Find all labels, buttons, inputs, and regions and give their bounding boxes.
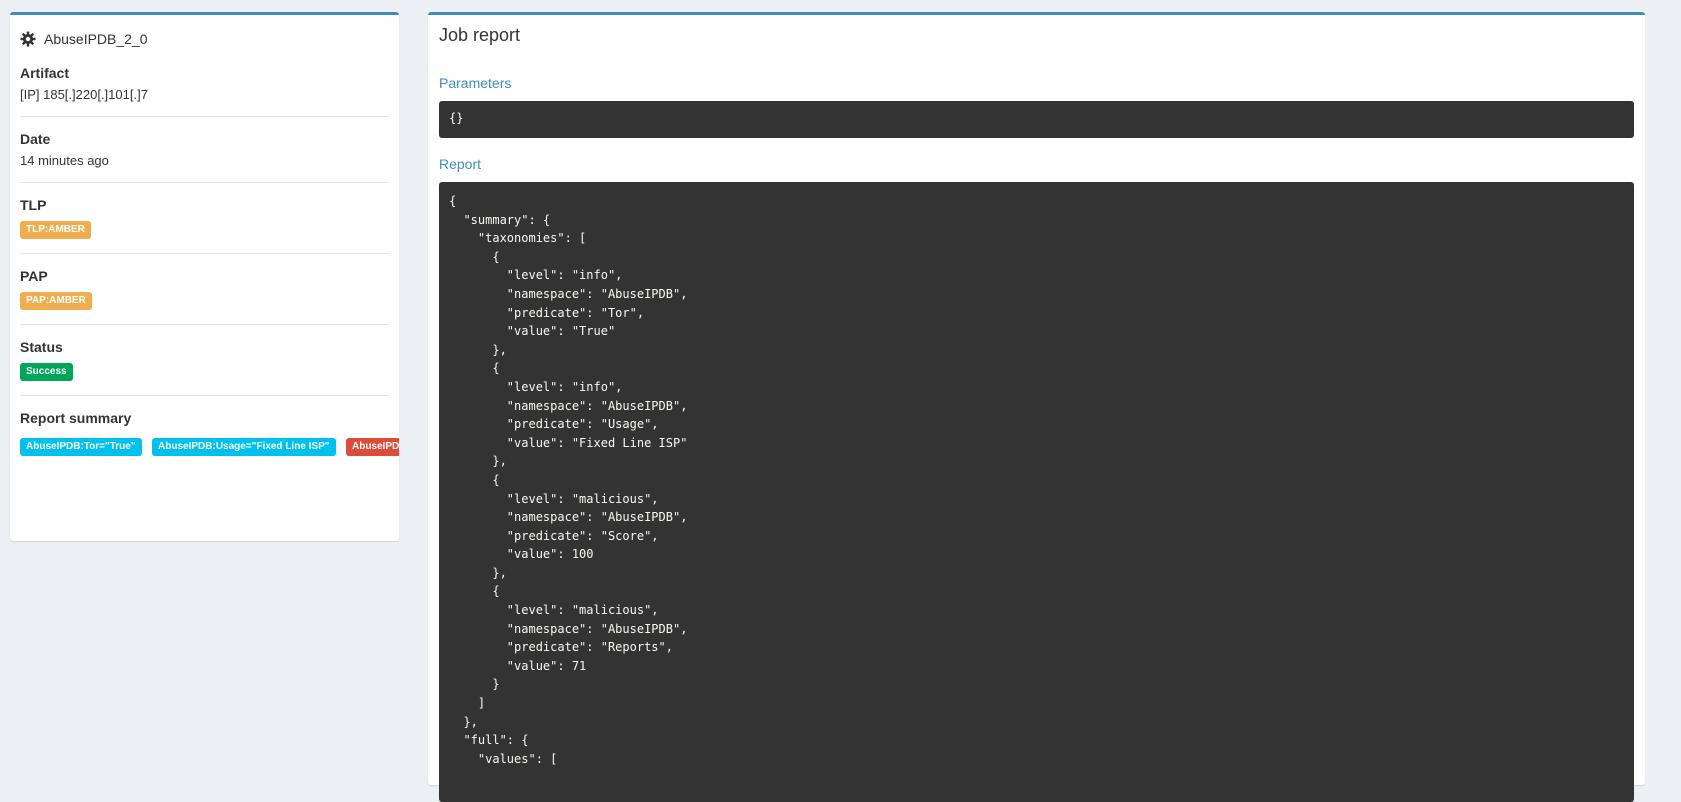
job-report-panel: Job report Parameters {} Report { "summa… — [428, 12, 1645, 802]
report-summary-label: Report summary — [20, 410, 132, 426]
artifact-section: Artifact [IP] 185[.]220[.]101[.]7 — [20, 51, 389, 117]
parameters-heading: Parameters — [439, 75, 512, 91]
date-label: Date — [20, 131, 51, 147]
artifact-label: Artifact — [20, 65, 70, 81]
tlp-section: TLP TLP:AMBER — [20, 183, 389, 254]
date-section: Date 14 minutes ago — [20, 117, 389, 183]
taxonomy-badge-score: AbuseIPDB:Score="100" — [345, 438, 399, 456]
tlp-badge: TLP:AMBER — [20, 221, 91, 239]
summary-badges: AbuseIPDB:Tor="True" AbuseIPDB:Usage="Fi… — [20, 436, 399, 456]
report-code: { "summary": { "taxonomies": [ { "level"… — [439, 182, 1634, 802]
status-label: Status — [20, 339, 63, 355]
report-heading: Report — [439, 156, 482, 172]
tlp-label: TLP — [20, 197, 47, 213]
parameters-code: {} — [439, 101, 1634, 138]
gear-icon — [20, 31, 36, 47]
status-badge: Success — [20, 363, 73, 381]
analyzer-info-panel: AbuseIPDB_2_0 Artifact [IP] 185[.]220[.]… — [10, 12, 399, 541]
taxonomy-badge-usage: AbuseIPDB:Usage="Fixed Line ISP" — [152, 438, 336, 456]
analyzer-name: AbuseIPDB_2_0 — [44, 31, 148, 47]
job-report-title: Job report — [439, 25, 521, 45]
pap-badge: PAP:AMBER — [20, 292, 92, 310]
status-section: Status Success — [20, 325, 389, 396]
report-summary-section: Report summary AbuseIPDB:Tor="True" Abus… — [20, 396, 399, 470]
pap-label: PAP — [20, 268, 48, 284]
analyzer-header: AbuseIPDB_2_0 — [10, 15, 399, 51]
artifact-value: [IP] 185[.]220[.]101[.]7 — [20, 87, 148, 102]
pap-section: PAP PAP:AMBER — [20, 254, 389, 325]
taxonomy-badge-tor: AbuseIPDB:Tor="True" — [20, 438, 142, 456]
date-value: 14 minutes ago — [20, 153, 109, 168]
